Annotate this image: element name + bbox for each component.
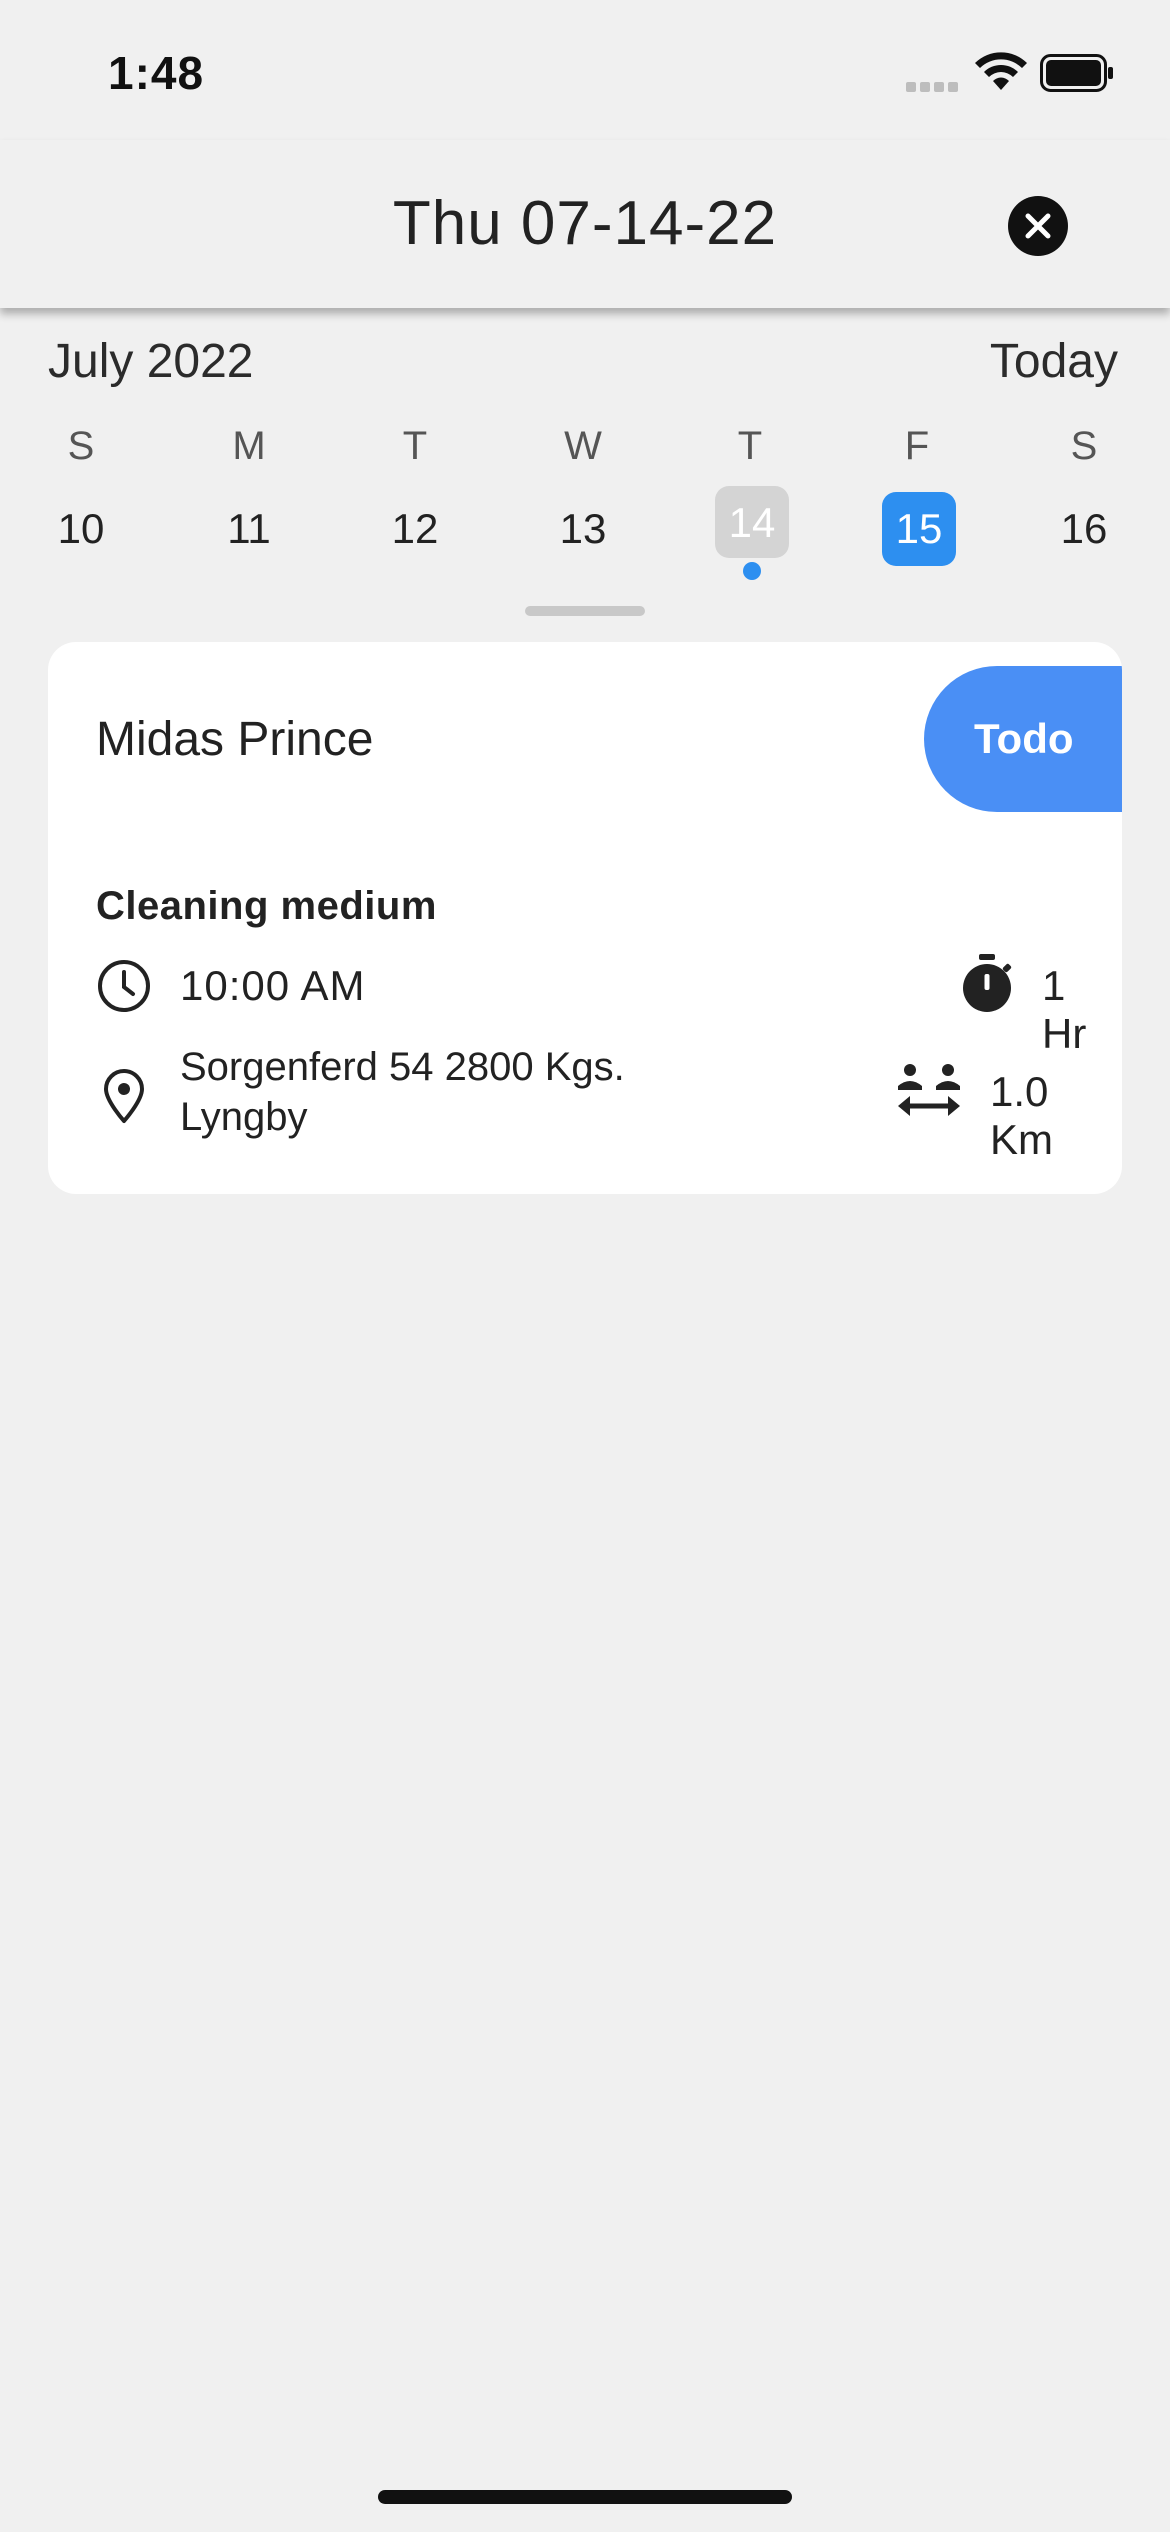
status-bar: 1:48 xyxy=(0,0,1170,140)
weekday-label: F xyxy=(904,424,930,468)
date-row: 10 11 12 13 14 15 16 xyxy=(0,486,1170,586)
weekday-label: S xyxy=(67,424,95,468)
date-cell-today[interactable]: 15 xyxy=(882,492,956,566)
weekday-label: M xyxy=(232,424,266,468)
week-calendar: July 2022 Today S M T W T F S 10 11 12 1… xyxy=(0,308,1170,628)
clock-icon xyxy=(98,960,150,1012)
timer-icon xyxy=(963,954,1012,1012)
status-badge[interactable]: Todo xyxy=(924,666,1122,812)
event-indicator-dot xyxy=(743,562,761,580)
month-label: July 2022 xyxy=(48,335,254,388)
close-button[interactable] xyxy=(1008,196,1068,256)
drag-handle[interactable] xyxy=(525,606,645,616)
time-row: 10:00 AM 1 Hr xyxy=(96,952,1086,1057)
weekday-label: W xyxy=(564,424,602,468)
status-time: 1:48 xyxy=(108,47,205,99)
location-pin-icon xyxy=(104,1069,144,1123)
page-title: Thu 07-14-22 xyxy=(392,189,778,258)
cellular-signal-icon xyxy=(906,80,962,92)
service-name: Cleaning medium xyxy=(96,884,437,928)
task-time: 10:00 AM xyxy=(180,962,366,1009)
wifi-icon xyxy=(975,52,1027,90)
weekday-label: T xyxy=(402,424,428,468)
task-distance: 1.0 Km xyxy=(990,1068,1053,1163)
today-button[interactable]: Today xyxy=(990,334,1118,389)
address-row: Sorgenferd 54 2800 Kgs. Lyngby 1.0 Km xyxy=(96,1042,1076,1163)
date-cell[interactable]: 10 xyxy=(44,492,118,566)
app-header: Thu 07-14-22 xyxy=(0,140,1170,308)
date-cell-selected[interactable]: 14 xyxy=(715,486,789,558)
weekday-row: S M T W T F S xyxy=(0,424,1170,484)
weekday-label: S xyxy=(1070,424,1098,468)
weekday-label: T xyxy=(737,424,763,468)
date-cell[interactable]: 11 xyxy=(212,492,286,566)
home-indicator[interactable] xyxy=(378,2490,792,2504)
client-name: Midas Prince xyxy=(96,713,374,766)
battery-icon xyxy=(1040,54,1113,92)
date-cell[interactable]: 12 xyxy=(378,492,452,566)
distance-icon xyxy=(898,1064,960,1116)
date-cell[interactable]: 13 xyxy=(546,492,620,566)
task-address: Sorgenferd 54 2800 Kgs. Lyngby xyxy=(180,1045,625,1139)
date-cell[interactable]: 16 xyxy=(1047,492,1121,566)
task-card[interactable]: Midas Prince Todo Cleaning medium 10:00 … xyxy=(48,642,1122,1194)
close-icon xyxy=(1025,213,1051,239)
